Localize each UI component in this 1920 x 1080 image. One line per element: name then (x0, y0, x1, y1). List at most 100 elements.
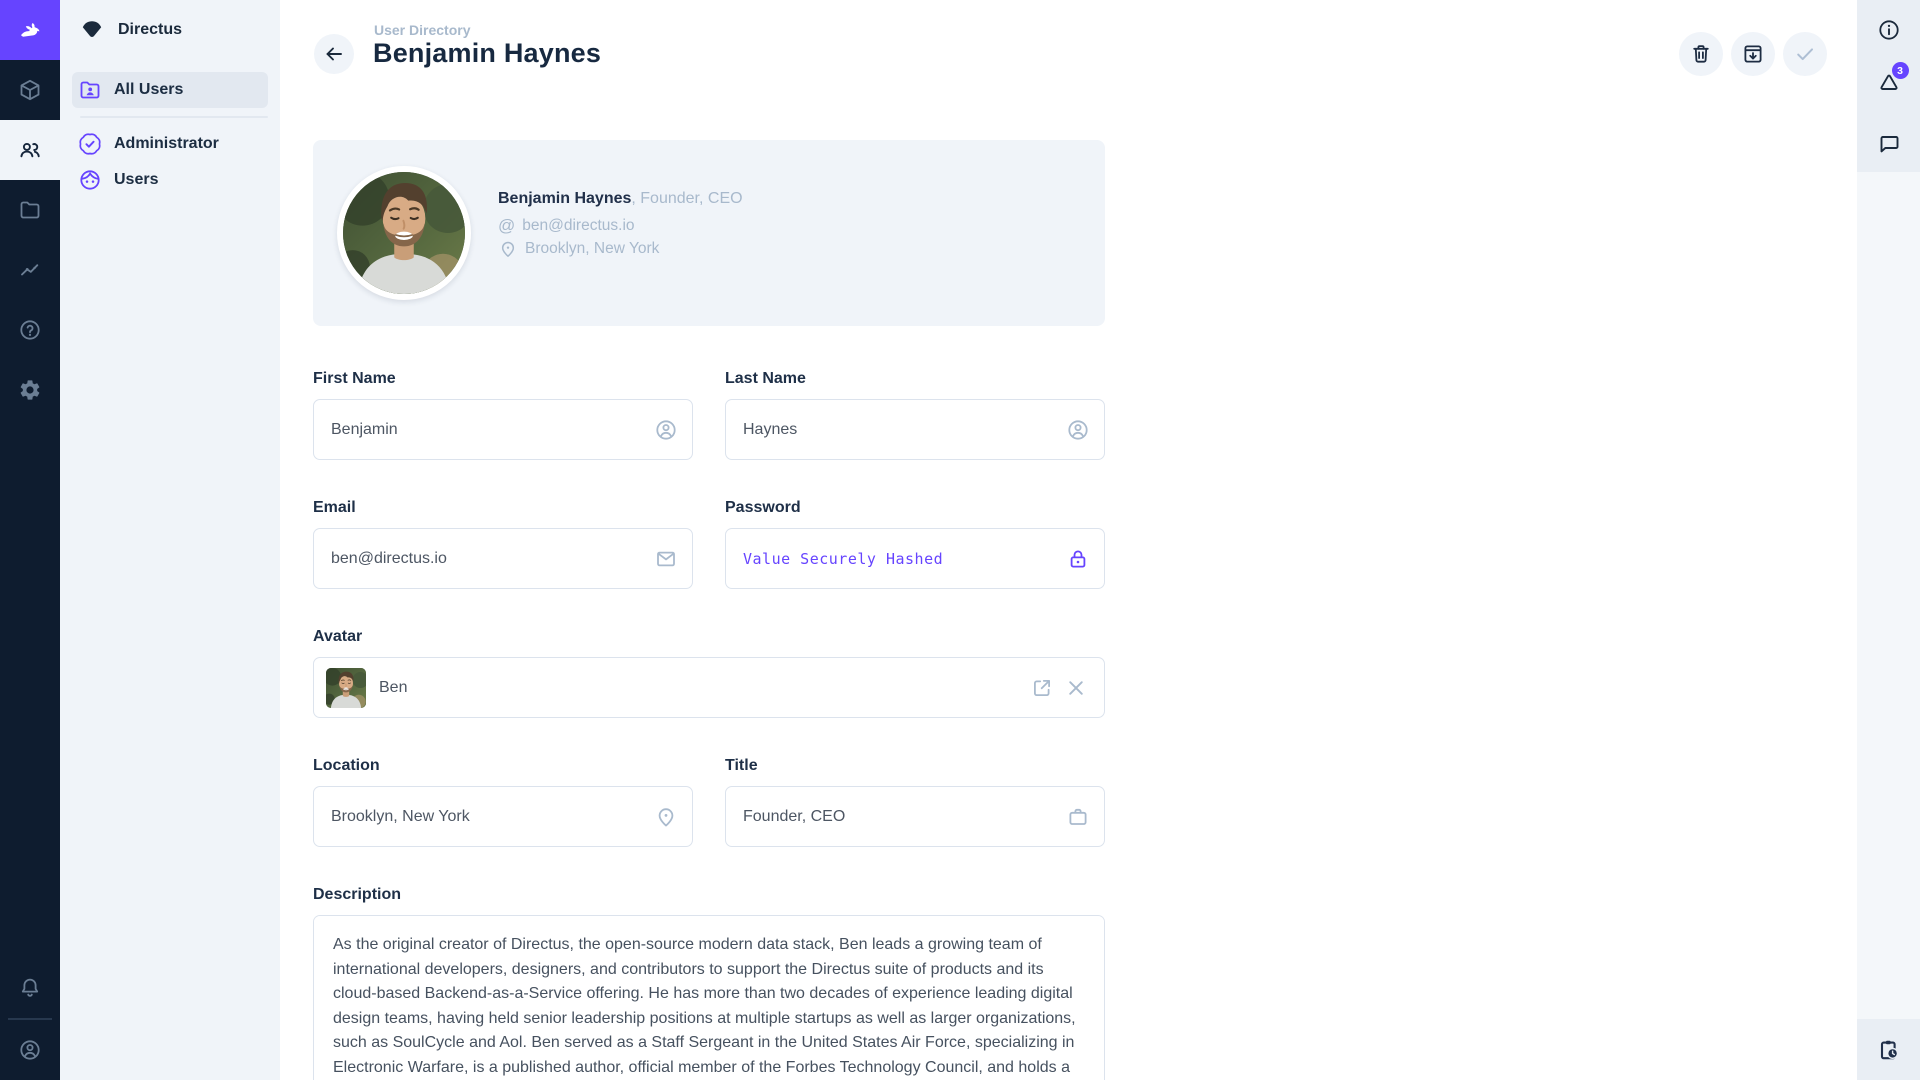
input-wrap (725, 786, 1105, 847)
sidebar-sections: 3 (1857, 0, 1920, 172)
profile-name-line: Benjamin Haynes, Founder, CEO (498, 190, 743, 208)
folder-account-icon (78, 78, 102, 102)
last-name-input[interactable] (725, 399, 1105, 460)
field-email: Email (313, 499, 693, 589)
sidebar-spacer (1857, 172, 1920, 1019)
module-user-directory[interactable] (0, 120, 60, 180)
profile-card: Benjamin Haynes, Founder, CEO @ ben@dire… (313, 140, 1105, 326)
header-actions (1679, 32, 1827, 76)
nav-item-label: Administrator (114, 135, 219, 153)
first-name-input[interactable] (313, 399, 693, 460)
briefcase-icon (1066, 805, 1090, 829)
project-icon (80, 18, 104, 42)
module-bar (0, 0, 60, 1080)
bell-icon (18, 976, 42, 1000)
avatar-thumb-photo (326, 668, 366, 708)
directus-logo[interactable] (0, 0, 60, 60)
profile-location-line: Brooklyn, New York (498, 237, 743, 260)
nav-item-all-users[interactable]: All Users (72, 72, 268, 108)
module-file-library[interactable] (0, 180, 60, 240)
field-label: Location (313, 757, 693, 775)
information-button[interactable] (1867, 8, 1911, 52)
map-pin-icon (654, 805, 678, 829)
directus-rabbit-icon (18, 18, 42, 42)
location-input[interactable] (313, 786, 693, 847)
remove-file-icon[interactable] (1064, 676, 1088, 700)
field-last-name: Last Name (725, 370, 1105, 460)
avatar-file-name: Ben (379, 679, 1030, 697)
field-first-name: First Name (313, 370, 693, 460)
field-description: Description As the original creator of D… (313, 886, 1105, 1080)
comments-button[interactable] (1867, 122, 1911, 166)
field-avatar: Avatar Ben (313, 628, 1105, 718)
main-content: User Directory Benjamin Haynes Benjamin … (280, 0, 1857, 1080)
profile-avatar (337, 166, 471, 300)
trash-icon (1689, 42, 1713, 66)
input-wrap (313, 399, 693, 460)
module-insights[interactable] (0, 240, 60, 300)
profile-role: , Founder, CEO (631, 190, 742, 207)
module-documentation[interactable] (0, 300, 60, 360)
field-label: Title (725, 757, 1105, 775)
revisions-toggle[interactable] (1857, 1019, 1920, 1080)
at-icon: @ (498, 217, 515, 234)
project-header[interactable]: Directus (60, 0, 280, 60)
field-label: Avatar (313, 628, 1105, 646)
profile-email-line: @ ben@directus.io (498, 214, 743, 237)
field-label: Last Name (725, 370, 1105, 388)
content-cube-icon (18, 78, 42, 102)
breadcrumb[interactable]: User Directory (374, 22, 471, 38)
page-title: Benjamin Haynes (373, 38, 601, 69)
profile-card-text: Benjamin Haynes, Founder, CEO @ ben@dire… (498, 190, 743, 260)
settings-gear-icon (18, 378, 42, 402)
nav-item-label: Users (114, 171, 158, 189)
verified-badge-icon (78, 132, 102, 156)
profile-name: Benjamin Haynes (498, 190, 631, 207)
help-icon (18, 318, 42, 342)
input-wrap (725, 528, 1105, 589)
archive-button[interactable] (1731, 32, 1775, 76)
profile-email: ben@directus.io (522, 217, 634, 235)
account-circle-icon (18, 1038, 42, 1062)
module-settings[interactable] (0, 360, 60, 420)
right-sidebar: 3 (1857, 0, 1920, 1080)
lock-icon (1066, 547, 1090, 571)
nav-item-users[interactable]: Users (72, 162, 268, 198)
profile-photo (343, 172, 465, 294)
account-circle-icon (1066, 418, 1090, 442)
location-pin-icon (498, 239, 518, 259)
nav-item-administrator[interactable]: Administrator (72, 126, 268, 162)
insights-icon (18, 258, 42, 282)
users-group-icon (18, 138, 42, 162)
field-label: Description (313, 886, 1105, 904)
notifications-button[interactable] (0, 958, 60, 1018)
description-textarea[interactable]: As the original creator of Directus, the… (313, 915, 1105, 1080)
input-wrap (725, 399, 1105, 460)
open-in-new-icon[interactable] (1030, 676, 1054, 700)
notification-count-badge: 3 (1892, 62, 1909, 79)
face-icon (78, 168, 102, 192)
comment-bubble-icon (1877, 132, 1901, 156)
account-circle-icon (654, 418, 678, 442)
archive-icon (1741, 42, 1765, 66)
user-menu-button[interactable] (0, 1020, 60, 1080)
check-icon (1793, 42, 1817, 66)
field-location: Location (313, 757, 693, 847)
save-button[interactable] (1783, 32, 1827, 76)
info-icon (1877, 18, 1901, 42)
email-input[interactable] (313, 528, 693, 589)
back-button[interactable] (314, 34, 354, 74)
input-wrap (313, 528, 693, 589)
field-label: Password (725, 499, 1105, 517)
title-input[interactable] (725, 786, 1105, 847)
nav-divider (80, 116, 268, 118)
profile-location: Brooklyn, New York (525, 240, 659, 258)
avatar-file-input[interactable]: Ben (313, 657, 1105, 718)
input-wrap (313, 786, 693, 847)
module-content[interactable] (0, 60, 60, 120)
notifications-section-button[interactable]: 3 (1867, 60, 1911, 104)
password-input[interactable] (725, 528, 1105, 589)
pending-actions-icon (1877, 1038, 1901, 1062)
navigation-panel: Directus All Users Administrator Users (60, 0, 280, 1080)
delete-button[interactable] (1679, 32, 1723, 76)
